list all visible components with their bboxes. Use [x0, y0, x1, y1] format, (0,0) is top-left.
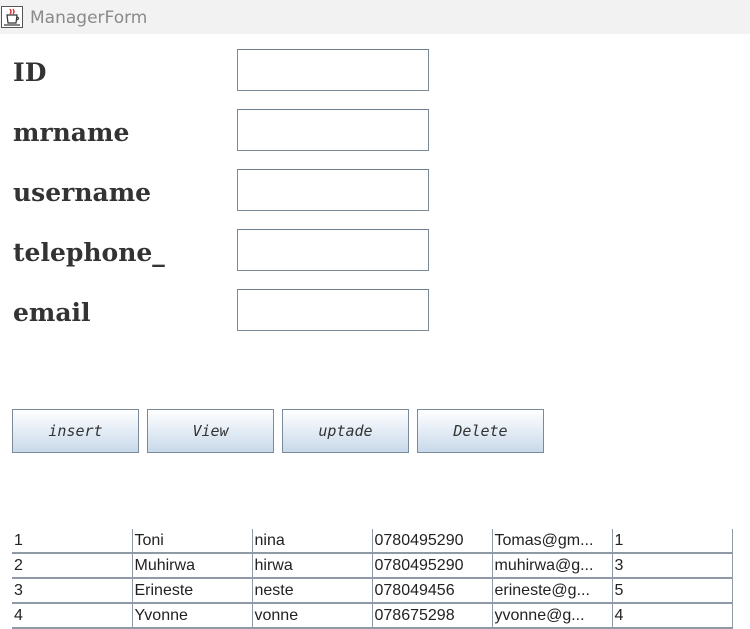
telephone-label: telephone_ — [13, 238, 165, 267]
table-cell[interactable]: Yvonne — [132, 603, 253, 629]
update-button[interactable]: uptade — [282, 409, 409, 453]
window-title: ManagerForm — [30, 8, 148, 28]
title-bar: ManagerForm — [0, 0, 750, 34]
table-cell[interactable]: 4 — [612, 603, 733, 629]
id-field[interactable] — [237, 49, 429, 91]
table-cell[interactable]: neste — [252, 578, 373, 604]
table-cell[interactable]: Muhirwa — [132, 553, 253, 579]
table-cell[interactable]: 4 — [12, 603, 133, 629]
insert-button[interactable]: insert — [12, 409, 139, 453]
table-cell[interactable]: yvonne@g... — [492, 603, 613, 629]
manager-table[interactable]: 1 Toni nina 0780495290 Tomas@gm... 1 2 M… — [12, 529, 733, 629]
table-cell[interactable]: 0780495290 — [372, 529, 493, 554]
java-coffee-cup-icon — [1, 6, 23, 28]
table-cell[interactable]: 078049456 — [372, 578, 493, 604]
table-row[interactable]: 2 Muhirwa hirwa 0780495290 muhirwa@g... … — [12, 553, 733, 579]
table-row[interactable]: 3 Erineste neste 078049456 erineste@g...… — [12, 578, 733, 604]
table-row[interactable]: 4 Yvonne vonne 078675298 yvonne@g... 4 — [12, 603, 733, 629]
view-button[interactable]: View — [147, 409, 274, 453]
table-cell[interactable]: 1 — [612, 529, 733, 554]
mrname-label: mrname — [13, 118, 130, 147]
username-label: username — [13, 178, 152, 207]
table-cell[interactable]: 078675298 — [372, 603, 493, 629]
id-label: ID — [13, 58, 47, 87]
table-cell[interactable]: Erineste — [132, 578, 253, 604]
table-cell[interactable]: Tomas@gm... — [492, 529, 613, 554]
telephone-field[interactable] — [237, 229, 429, 271]
table-cell[interactable]: hirwa — [252, 553, 373, 579]
table-cell[interactable]: nina — [252, 529, 373, 554]
table-cell[interactable]: 5 — [612, 578, 733, 604]
email-label: email — [13, 298, 91, 327]
username-field[interactable] — [237, 169, 429, 211]
delete-button[interactable]: Delete — [417, 409, 544, 453]
table-cell[interactable]: erineste@g... — [492, 578, 613, 604]
table-row[interactable]: 1 Toni nina 0780495290 Tomas@gm... 1 — [12, 529, 733, 554]
table-cell[interactable]: Toni — [132, 529, 253, 554]
table-cell[interactable]: 2 — [12, 553, 133, 579]
mrname-field[interactable] — [237, 109, 429, 151]
email-field[interactable] — [237, 289, 429, 331]
table-cell[interactable]: 3 — [12, 578, 133, 604]
table-cell[interactable]: vonne — [252, 603, 373, 629]
table-cell[interactable]: muhirwa@g... — [492, 553, 613, 579]
table-cell[interactable]: 0780495290 — [372, 553, 493, 579]
table-cell[interactable]: 1 — [12, 529, 133, 554]
table-cell[interactable]: 3 — [612, 553, 733, 579]
